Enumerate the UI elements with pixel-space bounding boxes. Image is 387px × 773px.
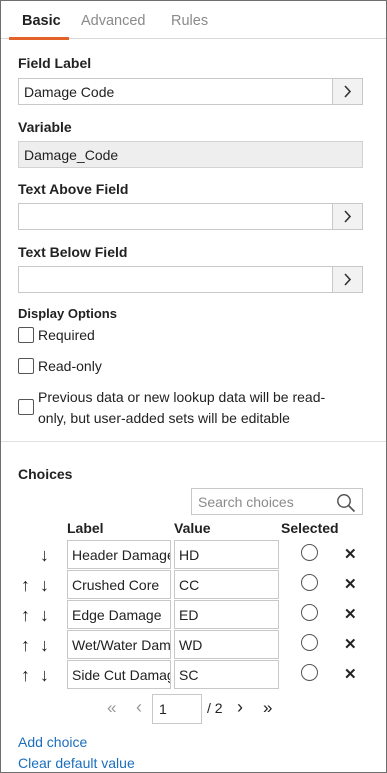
choice-value-input[interactable]: ED bbox=[174, 600, 279, 629]
text-above-input[interactable] bbox=[18, 203, 363, 230]
next-page-button[interactable]: › bbox=[237, 697, 243, 718]
choice-value-input[interactable]: WD bbox=[174, 630, 279, 659]
section-divider bbox=[1, 441, 386, 442]
delete-choice-icon[interactable]: ✕ bbox=[344, 665, 357, 683]
field-label-expand-button[interactable] bbox=[332, 79, 362, 104]
previous-data-checkbox[interactable] bbox=[18, 399, 34, 415]
pagination: « ‹ 1 / 2 › » bbox=[1, 694, 386, 724]
choice-label-input[interactable]: Header Damage bbox=[67, 540, 171, 569]
label-column-header: Label bbox=[67, 520, 104, 536]
choice-label-input[interactable]: Edge Damage bbox=[67, 600, 171, 629]
display-options-heading: Display Options bbox=[18, 306, 117, 321]
variable-value: Damage_Code bbox=[24, 147, 119, 163]
tab-basic[interactable]: Basic bbox=[22, 13, 61, 29]
prev-page-button[interactable]: ‹ bbox=[136, 697, 142, 718]
chevron-right-icon bbox=[344, 85, 352, 98]
text-below-expand-button[interactable] bbox=[332, 267, 362, 292]
delete-choice-icon[interactable]: ✕ bbox=[344, 605, 357, 623]
choice-selected-radio[interactable] bbox=[301, 574, 318, 591]
required-label: Required bbox=[38, 327, 95, 343]
variable-heading: Variable bbox=[18, 119, 72, 135]
choice-row: ↑ ↓ Edge Damage ED ✕ bbox=[1, 600, 386, 630]
field-label-input[interactable]: Damage Code bbox=[18, 78, 363, 105]
choice-row: ↓ Header Damage HD ✕ bbox=[1, 540, 386, 570]
chevron-right-icon bbox=[344, 210, 352, 223]
move-down-icon[interactable]: ↓ bbox=[40, 664, 49, 686]
move-up-icon[interactable]: ↑ bbox=[21, 574, 30, 596]
delete-choice-icon[interactable]: ✕ bbox=[344, 635, 357, 653]
move-up-icon[interactable]: ↑ bbox=[21, 604, 30, 626]
move-up-icon[interactable]: ↑ bbox=[21, 664, 30, 686]
clear-default-value-link[interactable]: Clear default value bbox=[18, 755, 135, 771]
field-properties-panel: Basic Advanced Rules Field Label Damage … bbox=[0, 0, 387, 773]
last-page-button[interactable]: » bbox=[263, 698, 272, 718]
choice-label-input[interactable]: Wet/Water Damage bbox=[67, 630, 171, 659]
tab-rules[interactable]: Rules bbox=[171, 13, 208, 29]
choice-selected-radio[interactable] bbox=[301, 664, 318, 681]
move-down-icon[interactable]: ↓ bbox=[40, 634, 49, 656]
delete-choice-icon[interactable]: ✕ bbox=[344, 575, 357, 593]
readonly-checkbox[interactable] bbox=[18, 358, 34, 374]
text-below-input[interactable] bbox=[18, 266, 363, 293]
delete-choice-icon[interactable]: ✕ bbox=[344, 545, 357, 563]
choice-selected-radio[interactable] bbox=[301, 604, 318, 621]
active-tab-indicator bbox=[9, 37, 69, 40]
add-choice-link[interactable]: Add choice bbox=[18, 734, 87, 750]
text-below-heading: Text Below Field bbox=[18, 244, 128, 260]
choice-selected-radio[interactable] bbox=[301, 544, 318, 561]
search-choices-field[interactable] bbox=[191, 488, 363, 515]
tab-advanced[interactable]: Advanced bbox=[81, 13, 146, 29]
move-down-icon[interactable]: ↓ bbox=[40, 574, 49, 596]
choice-value-input[interactable]: HD bbox=[174, 540, 279, 569]
choice-row: ↑ ↓ Crushed Core CC ✕ bbox=[1, 570, 386, 600]
previous-data-label-line1: Previous data or new lookup data will be… bbox=[38, 389, 326, 405]
choice-label-input[interactable]: Side Cut Damage bbox=[67, 660, 171, 689]
first-page-button[interactable]: « bbox=[107, 698, 116, 718]
choice-label-input[interactable]: Crushed Core bbox=[67, 570, 171, 599]
chevron-right-icon bbox=[344, 273, 352, 286]
move-up-icon[interactable]: ↑ bbox=[21, 634, 30, 656]
choice-value-input[interactable]: SC bbox=[174, 660, 279, 689]
text-above-heading: Text Above Field bbox=[18, 181, 129, 197]
move-down-icon[interactable]: ↓ bbox=[40, 604, 49, 626]
choice-selected-radio[interactable] bbox=[301, 634, 318, 651]
field-label-heading: Field Label bbox=[18, 55, 92, 71]
choice-row: ↑ ↓ Side Cut Damage SC ✕ bbox=[1, 660, 386, 690]
variable-field: Damage_Code bbox=[18, 141, 363, 168]
tab-bar: Basic Advanced Rules bbox=[1, 1, 386, 40]
page-number-input[interactable]: 1 bbox=[152, 694, 202, 724]
previous-data-label-line2: only, but user-added sets will be editab… bbox=[38, 410, 290, 426]
search-choices-input[interactable] bbox=[196, 492, 334, 511]
move-down-icon[interactable]: ↓ bbox=[40, 544, 49, 566]
page-total: / 2 bbox=[207, 700, 223, 716]
required-checkbox[interactable] bbox=[18, 327, 34, 343]
readonly-label: Read-only bbox=[38, 358, 102, 374]
selected-column-header: Selected bbox=[281, 520, 339, 536]
choice-row: ↑ ↓ Wet/Water Damage WD ✕ bbox=[1, 630, 386, 660]
choices-heading: Choices bbox=[18, 466, 73, 482]
choice-value-input[interactable]: CC bbox=[174, 570, 279, 599]
field-label-value: Damage Code bbox=[24, 84, 115, 100]
search-icon bbox=[337, 494, 356, 513]
value-column-header: Value bbox=[174, 520, 211, 536]
text-above-expand-button[interactable] bbox=[332, 204, 362, 229]
